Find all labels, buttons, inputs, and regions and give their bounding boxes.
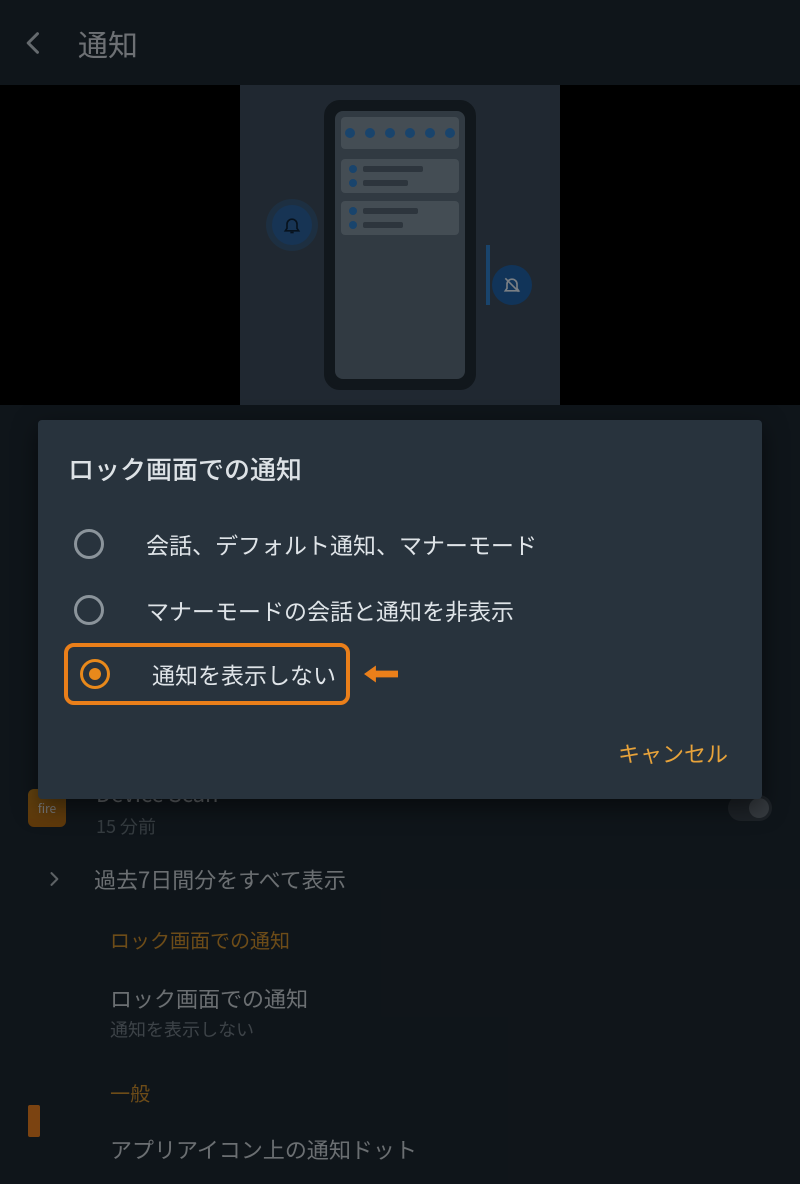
option-none[interactable]: 通知を表示しない <box>74 657 342 691</box>
pointer-arrow-icon <box>364 662 398 686</box>
illustration-strip <box>0 85 800 405</box>
option-label: マナーモードの会話と通知を非表示 <box>146 593 514 627</box>
general-section-header: 一般 <box>0 1060 800 1115</box>
dialog-footer: キャンセル <box>68 705 732 785</box>
lockscreen-setting-subtitle: 通知を表示しない <box>0 1016 800 1060</box>
header-bar: 通知 <box>0 0 800 85</box>
phone-mock <box>324 100 476 390</box>
back-icon[interactable] <box>20 29 48 57</box>
chevron-right-icon <box>44 869 64 889</box>
radio-icon <box>74 529 104 559</box>
option-hide-silent[interactable]: マナーモードの会話と通知を非表示 <box>68 577 732 643</box>
option-all[interactable]: 会話、デフォルト通知、マナーモード <box>68 511 732 577</box>
lockscreen-setting-title[interactable]: ロック画面での通知 <box>0 962 800 1016</box>
bell-on-icon <box>272 205 312 245</box>
option-label: 会話、デフォルト通知、マナーモード <box>146 527 537 561</box>
option-label: 通知を表示しない <box>152 657 336 691</box>
history-link-label: 過去7日間分をすべて表示 <box>94 863 346 895</box>
device-scan-subtitle: 15 分前 <box>96 813 698 839</box>
mute-divider <box>486 245 490 305</box>
lockscreen-dialog: ロック画面での通知 会話、デフォルト通知、マナーモード マナーモードの会話と通知… <box>38 420 762 799</box>
radio-icon <box>74 595 104 625</box>
highlighted-option: 通知を表示しない <box>64 643 350 705</box>
lockscreen-section-header: ロック画面での通知 <box>0 907 800 962</box>
bell-off-icon <box>492 265 532 305</box>
radio-selected-icon <box>80 659 110 689</box>
history-row[interactable]: 過去7日間分をすべて表示 <box>0 851 800 907</box>
page-title: 通知 <box>78 21 138 65</box>
cutoff-row[interactable]: アプリアイコン上の通知ドット <box>0 1115 800 1165</box>
dialog-title: ロック画面での通知 <box>68 450 732 487</box>
cancel-button[interactable]: キャンセル <box>618 737 728 769</box>
illustration <box>240 85 560 405</box>
selection-indicator <box>28 1105 40 1137</box>
